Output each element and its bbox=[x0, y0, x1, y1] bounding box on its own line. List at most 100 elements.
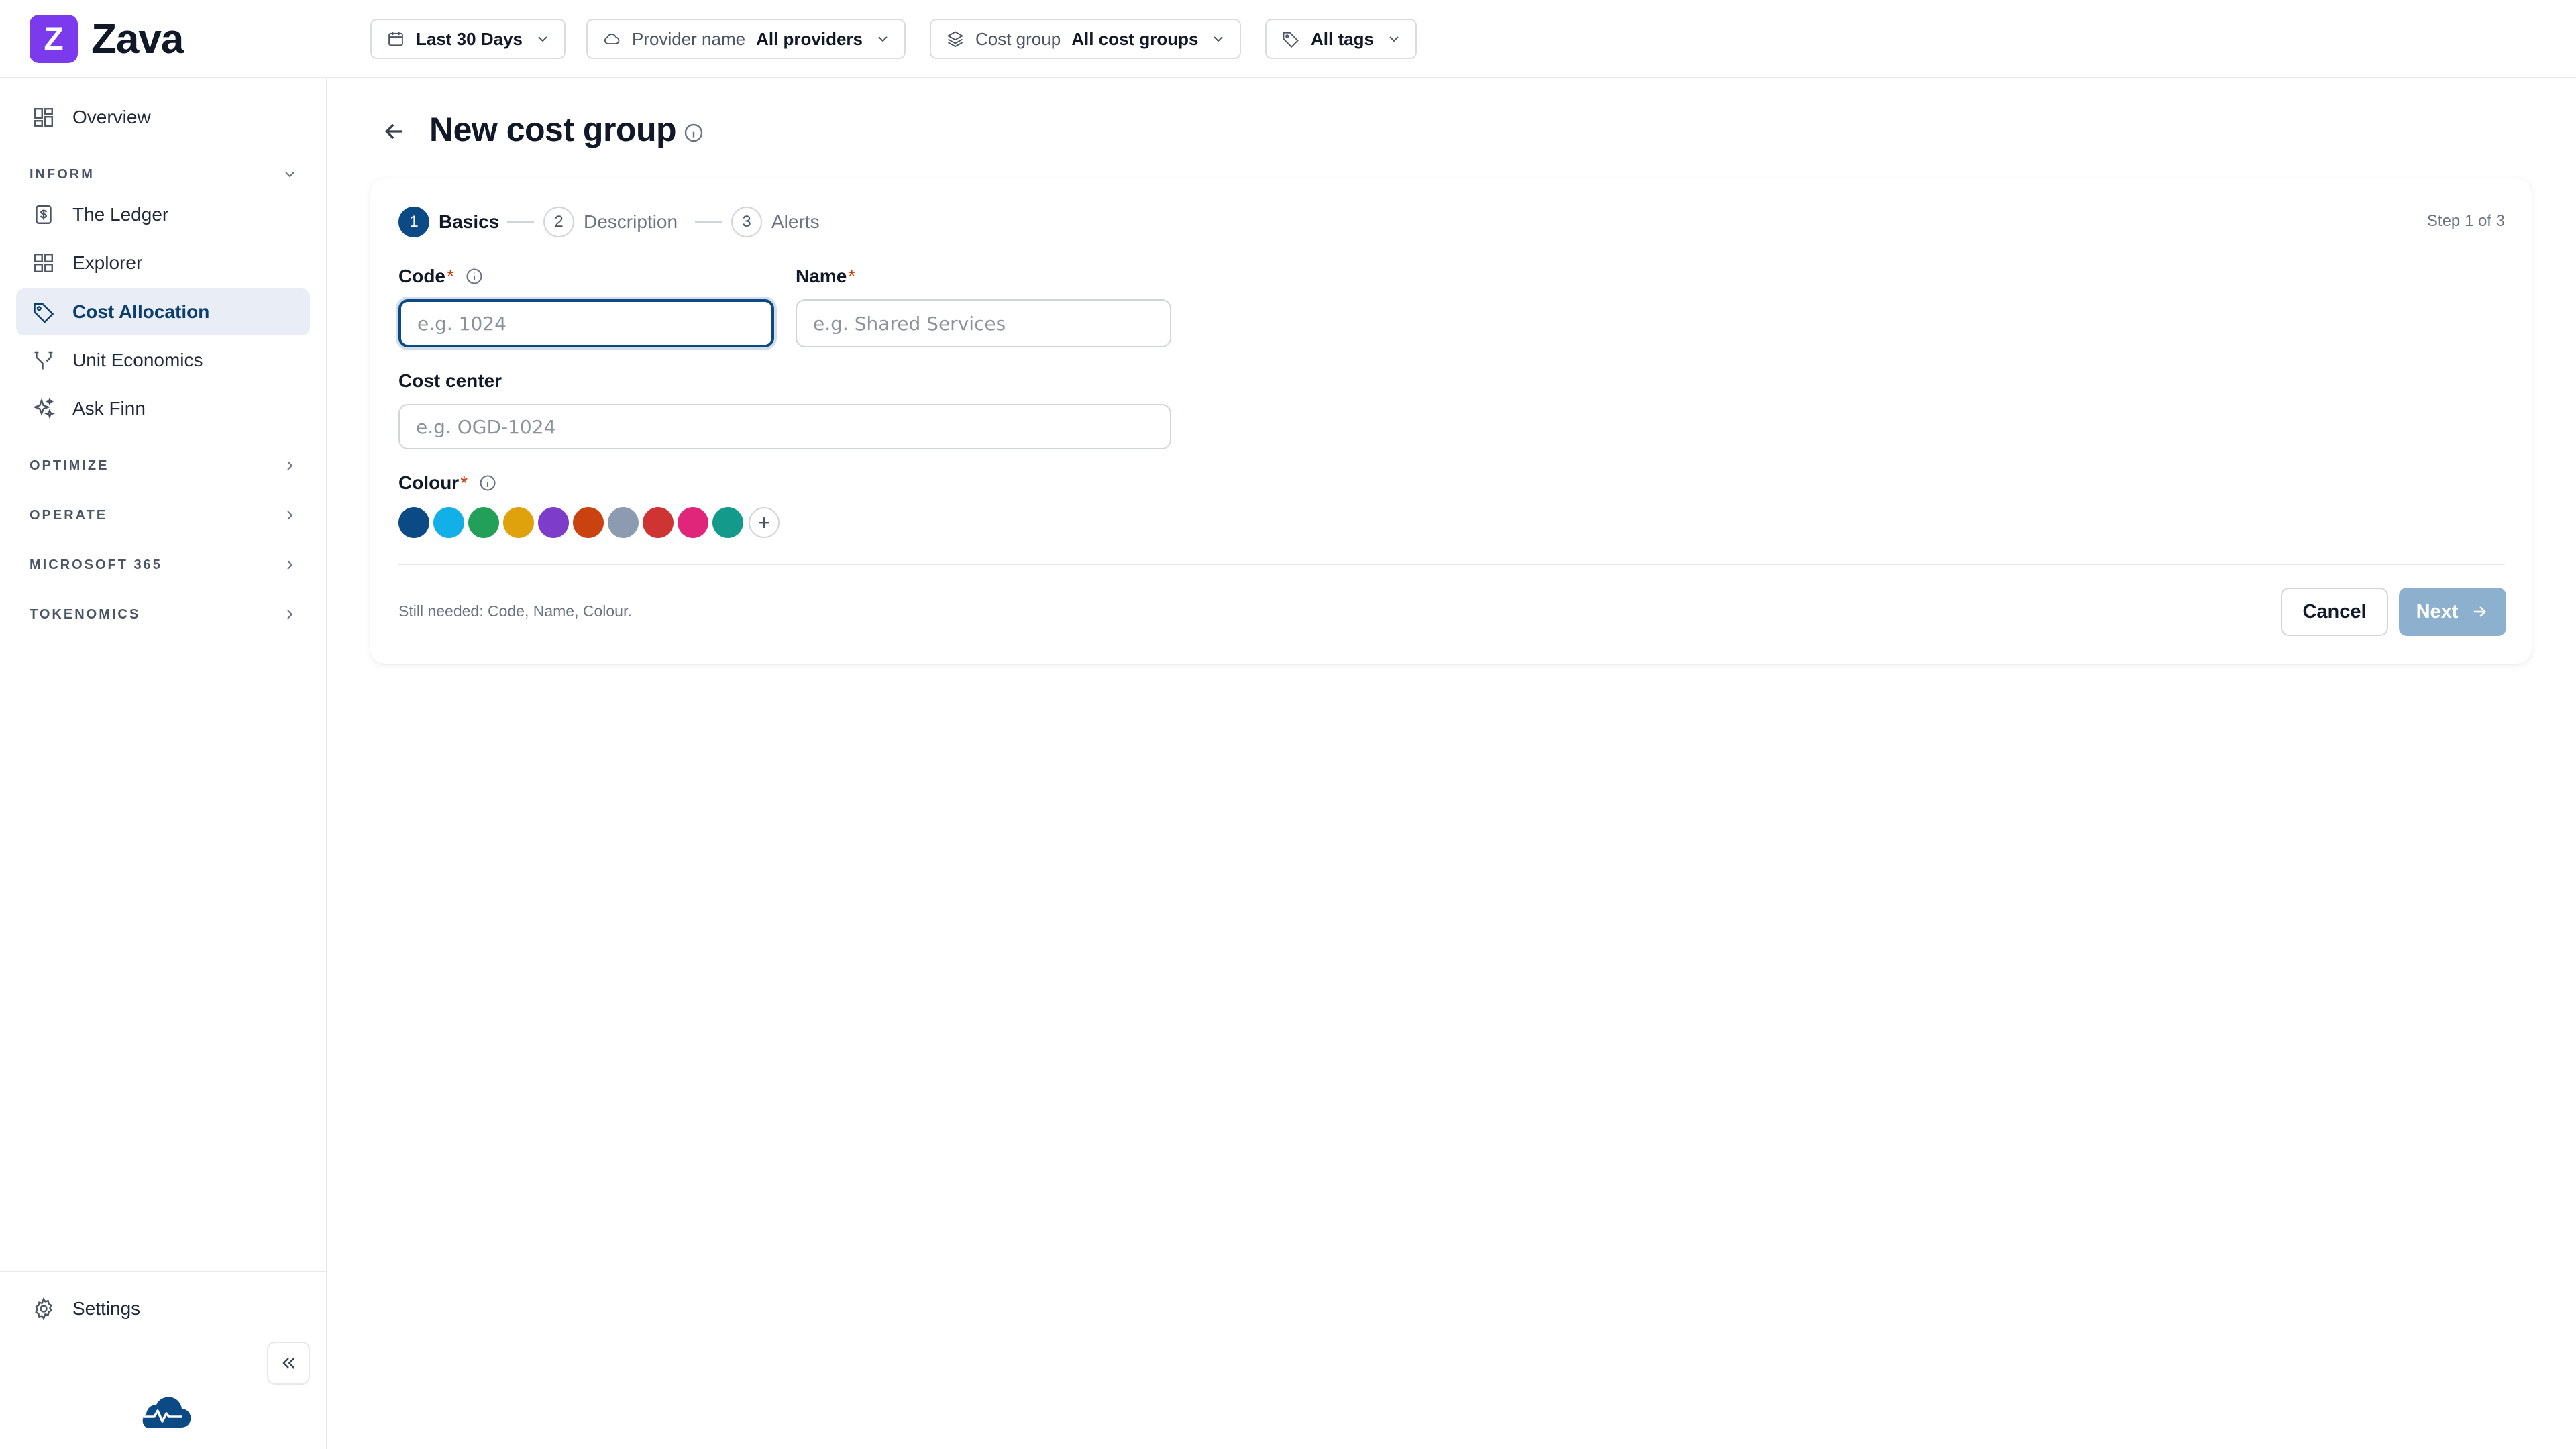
code-input[interactable] bbox=[398, 299, 774, 347]
chevron-right-icon bbox=[287, 511, 293, 520]
chevron-down-icon bbox=[1214, 36, 1224, 42]
tag-icon bbox=[31, 299, 56, 325]
section-microsoft-365[interactable]: MICROSOFT 365 bbox=[30, 551, 298, 578]
topbar-divider bbox=[0, 77, 2576, 78]
cost-center-label: Cost center bbox=[398, 370, 502, 392]
page-title: New cost group bbox=[429, 111, 677, 148]
sidebar-item-label: The Ledger bbox=[72, 204, 169, 225]
arrow-right-icon bbox=[2474, 606, 2487, 617]
back-arrow-icon[interactable] bbox=[381, 118, 408, 145]
step-number: 2 bbox=[543, 207, 574, 237]
sidebar-item-ask-finn[interactable]: Ask Finn bbox=[16, 385, 310, 432]
chevron-down-icon bbox=[285, 172, 294, 178]
section-inform[interactable]: INFORM bbox=[30, 161, 298, 188]
section-optimize[interactable]: OPTIMIZE bbox=[30, 452, 298, 479]
provider-filter[interactable]: Provider name All providers bbox=[586, 19, 906, 59]
colour-swatch[interactable] bbox=[433, 507, 464, 538]
cost-group-filter[interactable]: Cost group All cost groups bbox=[930, 19, 1242, 59]
tag-icon bbox=[1283, 32, 1299, 48]
chevron-down-icon bbox=[538, 36, 547, 42]
tags-filter-value: All tags bbox=[1311, 28, 1374, 49]
section-label: OPERATE bbox=[30, 507, 108, 523]
colour-swatch[interactable] bbox=[573, 507, 604, 538]
colour-swatch[interactable] bbox=[643, 507, 674, 538]
colour-swatch[interactable] bbox=[608, 507, 639, 538]
required-marker: * bbox=[447, 266, 454, 286]
section-tokenomics[interactable]: TOKENOMICS bbox=[30, 601, 298, 628]
cost-center-label-text: Cost center bbox=[398, 370, 502, 391]
wizard-step-alerts[interactable]: 3 Alerts bbox=[731, 205, 820, 239]
section-label: INFORM bbox=[30, 166, 95, 182]
provider-filter-value: All providers bbox=[756, 28, 863, 49]
info-icon[interactable] bbox=[478, 474, 497, 492]
dashboard-icon bbox=[31, 105, 56, 130]
wizard-step-basics[interactable]: 1 Basics bbox=[398, 205, 499, 239]
sidebar-item-label: Explorer bbox=[72, 252, 143, 273]
name-label-text: Name bbox=[796, 266, 847, 286]
add-colour-button[interactable]: + bbox=[749, 507, 780, 538]
section-label: MICROSOFT 365 bbox=[30, 557, 162, 572]
step-number: 1 bbox=[398, 207, 429, 237]
cost-group-filter-value: All cost groups bbox=[1071, 28, 1199, 49]
colour-label: Colour * bbox=[398, 472, 497, 494]
form-divider bbox=[398, 564, 2505, 565]
gear-icon bbox=[31, 1296, 56, 1322]
cloud-health-icon bbox=[142, 1397, 191, 1428]
code-label: Code * bbox=[398, 266, 484, 287]
calendar-icon bbox=[388, 32, 403, 46]
step-label: Basics bbox=[439, 211, 500, 232]
wizard-step-description[interactable]: 2 Description bbox=[543, 205, 678, 239]
branch-icon bbox=[31, 347, 56, 373]
section-label: OPTIMIZE bbox=[30, 458, 109, 473]
step-count: Step 1 of 3 bbox=[2426, 212, 2505, 230]
section-label: TOKENOMICS bbox=[30, 606, 141, 622]
sidebar-item-label: Cost Allocation bbox=[72, 301, 210, 322]
next-button-label: Next bbox=[2416, 600, 2459, 623]
brand-name: Zava bbox=[91, 15, 184, 62]
sidebar-item-settings[interactable]: Settings bbox=[16, 1285, 310, 1332]
ledger-icon bbox=[31, 202, 56, 227]
info-icon[interactable] bbox=[683, 122, 704, 144]
sparkle-icon bbox=[31, 396, 56, 421]
cloud-icon bbox=[604, 34, 620, 44]
cancel-button[interactable]: Cancel bbox=[2281, 588, 2388, 636]
sidebar-divider bbox=[0, 1271, 327, 1272]
name-label: Name * bbox=[796, 266, 855, 287]
date-range-filter[interactable]: Last 30 Days bbox=[370, 19, 566, 59]
sidebar-item-overview[interactable]: Overview bbox=[16, 94, 310, 141]
date-range-value: Last 30 Days bbox=[416, 28, 523, 49]
colour-swatch[interactable] bbox=[468, 507, 499, 538]
collapse-sidebar-button[interactable] bbox=[267, 1342, 310, 1385]
name-input[interactable] bbox=[796, 299, 1171, 347]
cost-group-filter-key: Cost group bbox=[975, 28, 1061, 49]
section-operate[interactable]: OPERATE bbox=[30, 502, 298, 529]
chevron-right-icon bbox=[287, 461, 293, 470]
tags-filter[interactable]: All tags bbox=[1265, 19, 1417, 59]
sidebar-item-cost-allocation[interactable]: Cost Allocation bbox=[16, 288, 310, 335]
sidebar-item-label: Unit Economics bbox=[72, 350, 203, 370]
layers-icon bbox=[947, 31, 964, 48]
chevron-down-icon bbox=[878, 36, 888, 42]
colour-swatch[interactable] bbox=[678, 507, 708, 538]
step-label: Alerts bbox=[771, 211, 820, 232]
colour-swatch[interactable] bbox=[712, 507, 743, 538]
sidebar-item-the-ledger[interactable]: The Ledger bbox=[16, 191, 310, 238]
step-number: 3 bbox=[731, 207, 762, 237]
sidebar-item-explorer[interactable]: Explorer bbox=[16, 239, 310, 286]
sidebar-item-label: Overview bbox=[72, 107, 151, 127]
info-icon[interactable] bbox=[465, 267, 484, 286]
double-chevron-left-icon bbox=[282, 1358, 294, 1368]
grid-icon bbox=[31, 250, 56, 276]
colour-swatch[interactable] bbox=[503, 507, 534, 538]
provider-filter-key: Provider name bbox=[632, 28, 746, 49]
still-needed-hint: Still needed: Code, Name, Colour. bbox=[398, 602, 632, 620]
cost-center-input[interactable] bbox=[398, 404, 1171, 449]
sidebar-item-unit-economics[interactable]: Unit Economics bbox=[16, 337, 310, 384]
colour-swatch[interactable] bbox=[538, 507, 569, 538]
required-marker: * bbox=[460, 472, 468, 493]
logo-mark: Z bbox=[30, 15, 78, 63]
next-button[interactable]: Next bbox=[2399, 588, 2506, 636]
code-label-text: Code bbox=[398, 266, 445, 286]
colour-swatch[interactable] bbox=[398, 507, 429, 538]
brand-logo[interactable]: Z Zava bbox=[30, 15, 184, 63]
